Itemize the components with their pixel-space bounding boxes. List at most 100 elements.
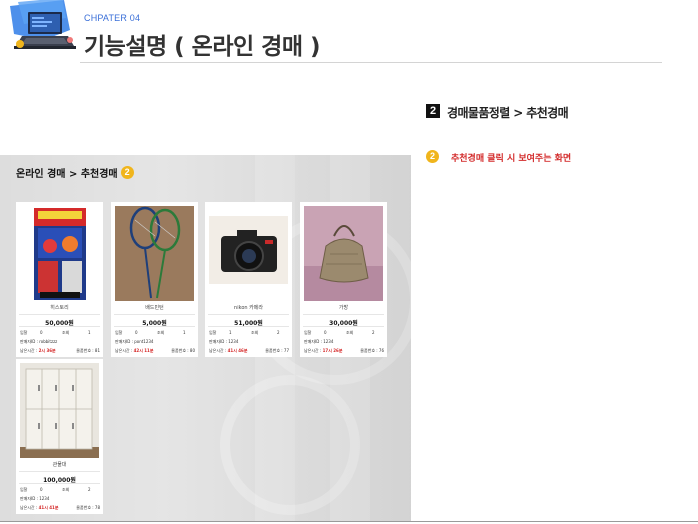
note-number-badge: 2 bbox=[426, 150, 439, 163]
divider bbox=[303, 314, 384, 315]
seller-label: 판매자ID : bbox=[209, 339, 229, 344]
seller-label: 판매자ID : bbox=[20, 496, 40, 501]
views-count: 2 bbox=[88, 487, 91, 492]
seller-id: 1234 bbox=[39, 496, 50, 501]
product-card[interactable]: nikon 카메라 51,000원 입찰 1 조회 2 판매자ID : 1234… bbox=[205, 202, 292, 357]
item-number-label: 물품번호 : bbox=[360, 348, 379, 353]
bid-count: 0 bbox=[135, 330, 138, 335]
item-number: 81 bbox=[94, 348, 100, 353]
views-count: 1 bbox=[183, 330, 186, 335]
remaining-time: 2시 36분 bbox=[38, 348, 56, 353]
product-image-toy-box[interactable] bbox=[20, 206, 99, 301]
remaining-time: 41시 46분 bbox=[227, 348, 248, 353]
bid-view-row: 입찰 1 조회 2 bbox=[209, 330, 289, 336]
bid-label: 입찰 bbox=[209, 330, 217, 335]
product-name[interactable]: 배드민턴 bbox=[111, 304, 198, 311]
seller-row: 판매자ID : 1234 bbox=[20, 496, 49, 502]
bid-count: 1 bbox=[229, 330, 232, 335]
header-divider bbox=[80, 62, 662, 63]
views-label: 조회 bbox=[62, 330, 70, 335]
views-count: 2 bbox=[372, 330, 375, 335]
seller-row: 판매자ID : 1234 bbox=[209, 339, 238, 345]
divider bbox=[19, 326, 100, 327]
bid-count: 0 bbox=[40, 487, 43, 492]
views-label: 조회 bbox=[157, 330, 165, 335]
divider bbox=[303, 326, 384, 327]
seller-id: 1234 bbox=[228, 339, 239, 344]
chapter-label: CHPATER 04 bbox=[84, 13, 141, 23]
breadcrumb-text: 온라인 경매 > 추천경매 bbox=[16, 169, 118, 180]
laptop-logo-icon bbox=[4, 0, 78, 62]
views-label: 조회 bbox=[62, 487, 70, 492]
item-number-label: 물품번호 : bbox=[76, 505, 95, 510]
time-row: 남은시간 : 41시 41분 물품번호 : 78 bbox=[20, 505, 100, 511]
remaining-label: 남은시간 : bbox=[209, 348, 228, 353]
time-row: 남은시간 : 2시 36분 물품번호 : 81 bbox=[20, 348, 100, 354]
divider bbox=[19, 483, 100, 484]
seller-id: robbitzzz bbox=[39, 339, 58, 344]
item-number: 78 bbox=[94, 505, 100, 510]
divider bbox=[208, 314, 289, 315]
bid-label: 입찰 bbox=[115, 330, 123, 335]
divider bbox=[19, 314, 100, 315]
seller-id: 1234 bbox=[323, 339, 334, 344]
views-label: 조회 bbox=[251, 330, 259, 335]
remaining-time: 17시 26분 bbox=[322, 348, 343, 353]
product-image-badminton[interactable] bbox=[115, 206, 194, 301]
item-number-label: 물품번호 : bbox=[171, 348, 190, 353]
time-row: 남은시간 : 42시 11분 물품번호 : 80 bbox=[115, 348, 195, 354]
product-image-bag[interactable] bbox=[304, 206, 383, 301]
views-count: 1 bbox=[88, 330, 91, 335]
time-row: 남은시간 : 41시 46분 물품번호 : 77 bbox=[209, 348, 289, 354]
seller-row: 판매자ID : pont1234 bbox=[115, 339, 153, 345]
auction-screenshot-panel: 온라인 경매 > 추천경매 2 히스토리 50,000원 입찰 0 조회 1 판… bbox=[0, 155, 411, 521]
seller-label: 판매자ID : bbox=[20, 339, 40, 344]
remaining-label: 남은시간 : bbox=[304, 348, 323, 353]
item-number: 76 bbox=[378, 348, 384, 353]
step-title: 경매물품정렬 > 추천경매 bbox=[447, 106, 569, 120]
product-image-camera[interactable] bbox=[209, 206, 288, 301]
product-image-locker[interactable] bbox=[20, 363, 99, 458]
product-name[interactable]: nikon 카메라 bbox=[205, 304, 292, 311]
item-number-label: 물품번호 : bbox=[265, 348, 284, 353]
bid-view-row: 입찰 0 조회 1 bbox=[115, 330, 195, 336]
product-card[interactable]: 히스토리 50,000원 입찰 0 조회 1 판매자ID : robbitzzz… bbox=[16, 202, 103, 357]
remaining-time: 42시 11분 bbox=[133, 348, 154, 353]
page-title: 기능설명 ( 온라인 경매 ) bbox=[84, 34, 321, 60]
divider bbox=[114, 326, 195, 327]
seller-row: 판매자ID : 1234 bbox=[304, 339, 333, 345]
remaining-label: 남은시간 : bbox=[20, 505, 39, 510]
remaining-label: 남은시간 : bbox=[20, 348, 39, 353]
product-card[interactable]: 가방 30,000원 입찰 0 조회 2 판매자ID : 1234 남은시간 :… bbox=[300, 202, 387, 357]
bid-label: 입찰 bbox=[20, 330, 28, 335]
item-number-label: 물품번호 : bbox=[76, 348, 95, 353]
product-name[interactable]: 히스토리 bbox=[16, 304, 103, 311]
seller-id: pont1234 bbox=[134, 339, 154, 344]
product-card[interactable]: 배드민턴 5,000원 입찰 0 조회 1 판매자ID : pont1234 남… bbox=[111, 202, 198, 357]
divider bbox=[114, 314, 195, 315]
remaining-time: 41시 41분 bbox=[38, 505, 59, 510]
seller-row: 판매자ID : robbitzzz bbox=[20, 339, 57, 345]
footer-divider bbox=[0, 521, 698, 522]
seller-label: 판매자ID : bbox=[304, 339, 324, 344]
product-name[interactable]: 관물대 bbox=[16, 461, 103, 468]
bid-view-row: 입찰 0 조회 2 bbox=[304, 330, 384, 336]
product-card[interactable]: 관물대 100,000원 입찰 0 조회 2 판매자ID : 1234 남은시간… bbox=[16, 359, 103, 514]
bid-view-row: 입찰 0 조회 1 bbox=[20, 330, 100, 336]
bid-count: 0 bbox=[324, 330, 327, 335]
bid-view-row: 입찰 0 조회 2 bbox=[20, 487, 100, 493]
seller-label: 판매자ID : bbox=[115, 339, 135, 344]
product-name[interactable]: 가방 bbox=[300, 304, 387, 311]
breadcrumb: 온라인 경매 > 추천경매 2 bbox=[16, 165, 134, 180]
bid-label: 입찰 bbox=[20, 487, 28, 492]
breadcrumb-number-badge: 2 bbox=[120, 166, 134, 179]
bid-label: 입찰 bbox=[304, 330, 312, 335]
step-number-box: 2 bbox=[426, 104, 440, 118]
views-label: 조회 bbox=[346, 330, 354, 335]
time-row: 남은시간 : 17시 26분 물품번호 : 76 bbox=[304, 348, 384, 354]
remaining-label: 남은시간 : bbox=[115, 348, 134, 353]
bid-count: 0 bbox=[40, 330, 43, 335]
divider bbox=[208, 326, 289, 327]
item-number: 80 bbox=[189, 348, 195, 353]
views-count: 2 bbox=[277, 330, 280, 335]
